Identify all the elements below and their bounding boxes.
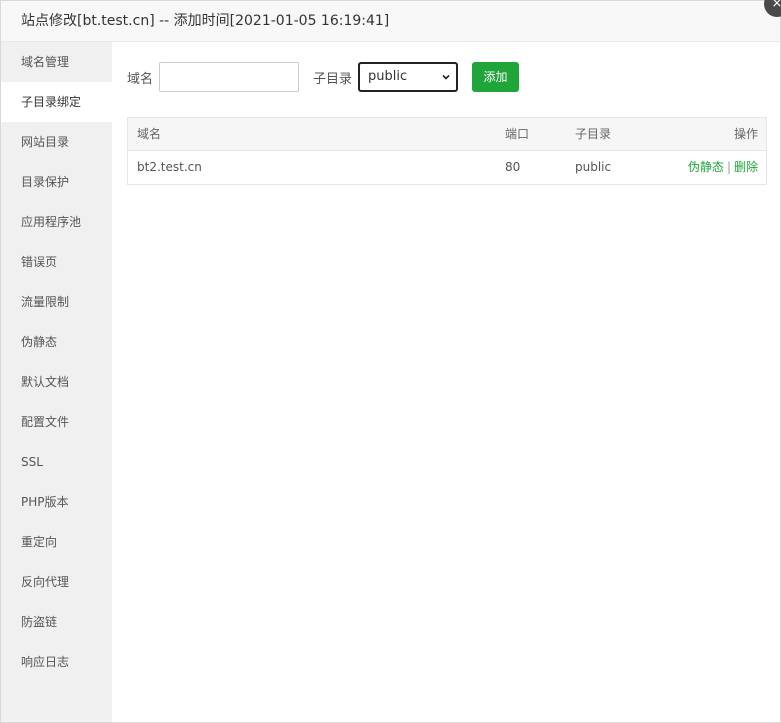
row-subdir: public — [575, 160, 612, 174]
sidebar-item-directory-protection[interactable]: 目录保护 — [1, 162, 112, 202]
domain-input[interactable] — [159, 62, 300, 92]
subdir-label: 子目录 — [313, 71, 353, 87]
sidebar-item-rewrite[interactable]: 伪静态 — [1, 322, 112, 362]
subdir-select-value: public — [368, 69, 408, 84]
sidebar-item-default-document[interactable]: 默认文档 — [1, 362, 112, 402]
sidebar-item-traffic-limit[interactable]: 流量限制 — [1, 282, 112, 322]
sidebar-item-domain-management[interactable]: 域名管理 — [1, 42, 112, 82]
sidebar-item-php-version[interactable]: PHP版本 — [1, 482, 112, 522]
chevron-down-icon — [442, 74, 450, 80]
table-row: bt2.test.cn 80 public 伪静态 | 删除 — [128, 151, 766, 184]
sidebar-item-subdirectory-binding[interactable]: 子目录绑定 — [1, 82, 112, 122]
dialog-title: 站点修改[bt.test.cn] -- 添加时间[2021-01-05 16:1… — [1, 1, 780, 42]
header-domain: 域名 — [137, 127, 162, 141]
sidebar-item-config-file[interactable]: 配置文件 — [1, 402, 112, 442]
sidebar-item-redirect[interactable]: 重定向 — [1, 522, 112, 562]
op-separator: | — [726, 160, 731, 174]
row-port: 80 — [505, 160, 521, 174]
sidebar: 域名管理 子目录绑定 网站目录 目录保护 应用程序池 错误页 流量限制 伪静态 … — [1, 42, 112, 722]
domain-label: 域名 — [127, 71, 154, 87]
sidebar-item-site-directory[interactable]: 网站目录 — [1, 122, 112, 162]
row-ops: 伪静态 | 删除 — [688, 151, 758, 184]
site-edit-dialog: 站点修改[bt.test.cn] -- 添加时间[2021-01-05 16:1… — [0, 0, 781, 723]
row-domain: bt2.test.cn — [137, 160, 202, 174]
header-subdir: 子目录 — [575, 127, 612, 141]
delete-link[interactable]: 删除 — [734, 160, 758, 174]
header-ops: 操作 — [733, 127, 758, 141]
sidebar-item-app-pool[interactable]: 应用程序池 — [1, 202, 112, 242]
sidebar-item-reverse-proxy[interactable]: 反向代理 — [1, 562, 112, 602]
sidebar-item-error-pages[interactable]: 错误页 — [1, 242, 112, 282]
table-header: 域名 端口 子目录 操作 — [128, 118, 766, 151]
header-port: 端口 — [505, 127, 530, 141]
add-button[interactable]: 添加 — [472, 62, 520, 92]
sidebar-item-ssl[interactable]: SSL — [1, 442, 112, 482]
sidebar-item-hotlink-protection[interactable]: 防盗链 — [1, 602, 112, 642]
sidebar-item-response-log[interactable]: 响应日志 — [1, 642, 112, 682]
main-panel: 域名 子目录 public 添加 域名 端口 子目录 操作 bt2.test.c… — [112, 42, 780, 722]
add-binding-form: 域名 子目录 public 添加 — [127, 62, 520, 92]
rewrite-link[interactable]: 伪静态 — [688, 160, 724, 174]
subdir-select[interactable]: public — [358, 62, 459, 92]
binding-table: 域名 端口 子目录 操作 bt2.test.cn 80 public 伪静态 | 删… — [127, 117, 767, 185]
